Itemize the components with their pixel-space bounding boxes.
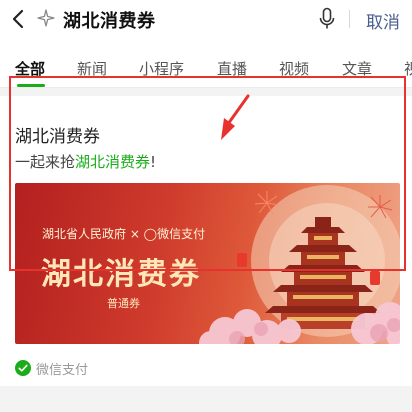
wechat-pay-icon: [15, 360, 31, 376]
banner-subline: 普通券: [107, 297, 140, 310]
cancel-button[interactable]: 取消: [366, 8, 400, 33]
microphone-icon[interactable]: [318, 7, 336, 31]
search-divider: [349, 10, 350, 28]
back-arrow-icon[interactable]: [9, 8, 29, 30]
search-bar: 湖北消费券 取消: [0, 0, 412, 40]
search-input[interactable]: 湖北消费券: [63, 7, 156, 33]
annotation-highlight-box: [9, 76, 406, 271]
sparkle-icon: [37, 9, 55, 27]
bottom-gap: [0, 386, 412, 412]
source-label: 微信支付: [36, 363, 89, 378]
